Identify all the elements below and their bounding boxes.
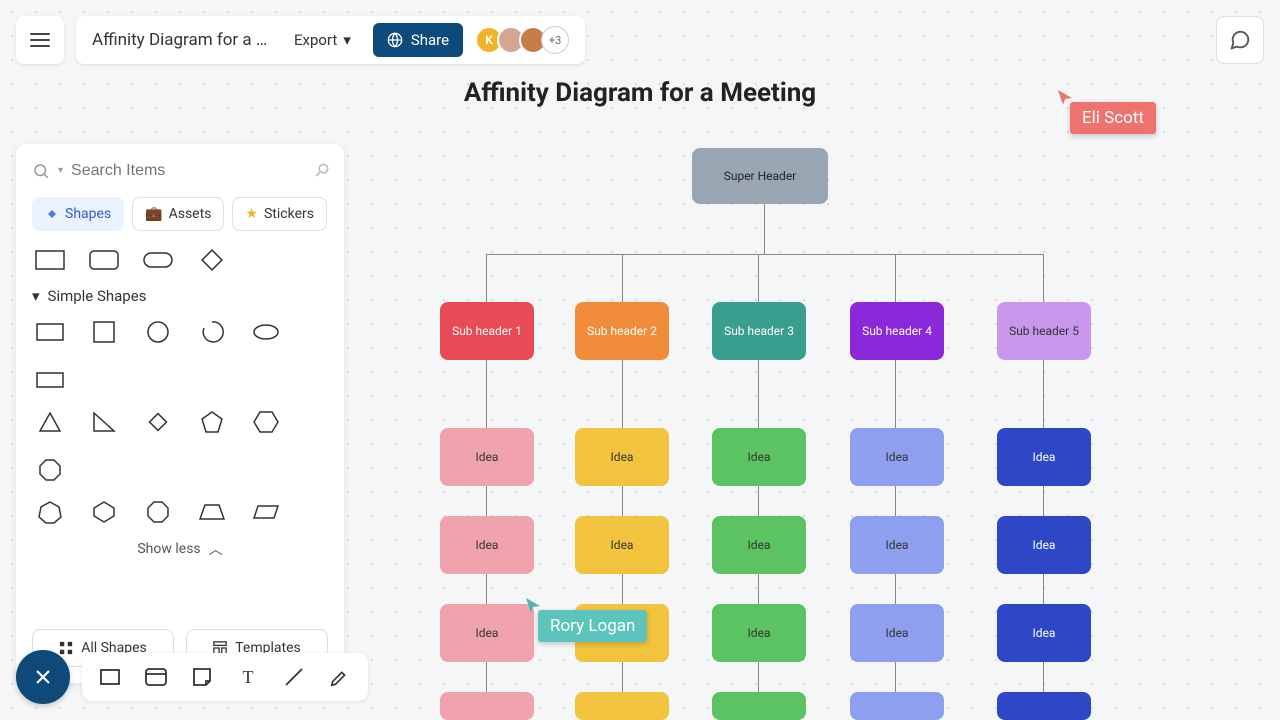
pin-icon[interactable]: ⚲ <box>309 158 333 182</box>
shape-rounded-rect[interactable] <box>86 245 122 275</box>
node-idea[interactable] <box>712 692 806 720</box>
globe-icon <box>387 32 403 48</box>
node-idea[interactable]: Idea <box>440 604 534 662</box>
cursor-eli: Eli Scott <box>1070 102 1156 134</box>
shape-pentagon[interactable] <box>194 407 230 437</box>
shape-pill[interactable] <box>140 245 176 275</box>
node-idea[interactable]: Idea <box>575 516 669 574</box>
section-title-label: Simple Shapes <box>48 287 147 305</box>
node-sub-header-5[interactable]: Sub header 5 <box>997 302 1091 360</box>
node-idea[interactable]: Idea <box>997 428 1091 486</box>
cursor-label-rory: Rory Logan <box>538 610 647 642</box>
shape-hexagon[interactable] <box>248 407 284 437</box>
search-input[interactable] <box>71 162 307 180</box>
node-idea[interactable]: Idea <box>712 516 806 574</box>
shape-circle[interactable] <box>140 317 176 347</box>
star-icon: ★ <box>245 206 258 222</box>
node-idea[interactable] <box>850 692 944 720</box>
menu-button[interactable] <box>16 16 64 64</box>
tab-assets-label: Assets <box>169 206 212 222</box>
node-idea[interactable]: Idea <box>850 516 944 574</box>
tool-sticky[interactable] <box>188 663 216 691</box>
chevron-down-icon: ▾ <box>32 287 40 305</box>
document-header-card: Affinity Diagram for a M... Export ▾ Sha… <box>76 16 585 64</box>
document-title[interactable]: Affinity Diagram for a M... <box>92 30 272 50</box>
node-idea[interactable] <box>440 692 534 720</box>
node-idea[interactable]: Idea <box>712 428 806 486</box>
shape-heptagon[interactable] <box>32 497 68 527</box>
tab-stickers[interactable]: ★ Stickers <box>232 197 327 231</box>
node-idea[interactable]: Idea <box>712 604 806 662</box>
tool-pen[interactable] <box>326 663 354 691</box>
export-button[interactable]: Export ▾ <box>284 25 361 55</box>
tool-line[interactable] <box>280 663 308 691</box>
node-idea[interactable]: Idea <box>850 604 944 662</box>
shape-hexagon-2[interactable] <box>86 497 122 527</box>
node-super-header[interactable]: Super Header <box>692 148 828 204</box>
section-simple-shapes[interactable]: ▾ Simple Shapes <box>32 287 328 305</box>
chevron-down-icon: ▾ <box>343 31 351 49</box>
share-button[interactable]: Share <box>373 23 463 57</box>
show-less-label: Show less <box>137 541 200 557</box>
shape-triangle[interactable] <box>32 407 68 437</box>
tools-toolbar: T <box>82 653 368 701</box>
tool-card[interactable] <box>142 663 170 691</box>
shape-rect-thin[interactable] <box>32 365 68 395</box>
shape-ellipse[interactable] <box>248 317 284 347</box>
tab-shapes[interactable]: Shapes <box>32 197 124 231</box>
shape-diamond[interactable] <box>194 245 230 275</box>
diamond-icon <box>45 207 59 221</box>
node-idea[interactable]: Idea <box>850 428 944 486</box>
shape-octagon[interactable] <box>32 455 68 485</box>
cursor-icon <box>524 596 542 614</box>
export-label: Export <box>294 31 337 49</box>
tab-stickers-label: Stickers <box>264 206 314 222</box>
shape-arc[interactable] <box>194 317 230 347</box>
show-less-button[interactable]: Show less ︿ <box>32 539 328 559</box>
avatar-more[interactable]: +3 <box>541 26 569 54</box>
shape-square[interactable] <box>86 317 122 347</box>
cursor-icon <box>1056 88 1074 106</box>
node-idea[interactable]: Idea <box>575 428 669 486</box>
shape-rect[interactable] <box>32 245 68 275</box>
node-sub-header-1[interactable]: Sub header 1 <box>440 302 534 360</box>
collaborator-avatars[interactable]: K +3 <box>475 26 569 54</box>
node-idea[interactable]: Idea <box>440 516 534 574</box>
shape-diamond-small[interactable] <box>140 407 176 437</box>
node-idea[interactable]: Idea <box>997 516 1091 574</box>
close-icon <box>33 667 53 687</box>
close-panel-button[interactable] <box>16 650 70 704</box>
chevron-up-icon: ︿ <box>209 539 223 559</box>
comment-button[interactable] <box>1216 16 1264 64</box>
connector <box>486 254 1043 255</box>
search-icon <box>32 162 50 180</box>
shape-rect-wide[interactable] <box>32 317 68 347</box>
cursor-rory: Rory Logan <box>538 610 647 642</box>
hamburger-icon <box>30 33 50 47</box>
node-sub-header-3[interactable]: Sub header 3 <box>712 302 806 360</box>
node-idea[interactable]: Idea <box>997 604 1091 662</box>
search-dropdown-icon[interactable]: ▾ <box>58 165 63 176</box>
node-sub-header-2[interactable]: Sub header 2 <box>575 302 669 360</box>
cursor-label-eli: Eli Scott <box>1070 102 1156 134</box>
tool-text[interactable]: T <box>234 663 262 691</box>
comment-icon <box>1229 29 1251 51</box>
node-idea[interactable]: Idea <box>440 428 534 486</box>
briefcase-icon: 💼 <box>145 206 162 222</box>
shape-right-triangle[interactable] <box>86 407 122 437</box>
share-label: Share <box>411 31 449 49</box>
shapes-panel: ▾ ⚲ Shapes 💼 Assets ★ Stickers ▾ Simple … <box>16 144 344 683</box>
shape-parallelogram[interactable] <box>248 497 284 527</box>
node-sub-header-4[interactable]: Sub header 4 <box>850 302 944 360</box>
tab-shapes-label: Shapes <box>65 206 111 222</box>
connector <box>764 204 765 254</box>
node-idea[interactable] <box>575 692 669 720</box>
tool-rectangle[interactable] <box>96 663 124 691</box>
diagram-title[interactable]: Affinity Diagram for a Meeting <box>464 78 816 108</box>
node-idea[interactable] <box>997 692 1091 720</box>
svg-text:T: T <box>243 667 254 687</box>
shape-octagon-2[interactable] <box>140 497 176 527</box>
shape-trapezoid[interactable] <box>194 497 230 527</box>
tab-assets[interactable]: 💼 Assets <box>132 197 224 231</box>
